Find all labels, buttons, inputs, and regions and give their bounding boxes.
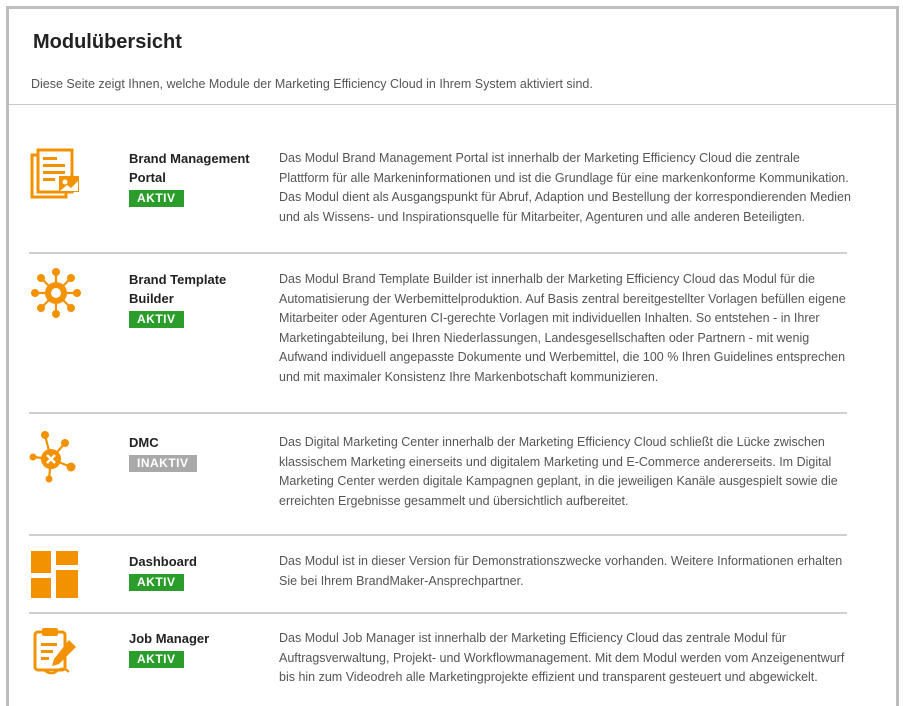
module-name: DMC: [129, 435, 159, 450]
clipboard-icon: [29, 626, 83, 680]
network-icon: [29, 266, 83, 320]
status-badge: AKTIV: [129, 190, 184, 207]
module-description: Das Modul Job Manager ist innerhalb der …: [279, 631, 845, 684]
dashboard-icon: [29, 549, 83, 603]
module-name-cell: DMC INAKTIV: [129, 433, 274, 472]
row-divider: [29, 412, 847, 414]
status-badge: AKTIV: [129, 311, 184, 328]
module-name-cell: Brand Management Portal AKTIV: [129, 149, 274, 207]
module-name-cell: Dashboard AKTIV: [129, 552, 274, 591]
module-description: Das Modul ist in dieser Version für Demo…: [279, 554, 843, 588]
status-badge: AKTIV: [129, 651, 184, 668]
row-divider: [29, 252, 847, 254]
document-icon: [29, 147, 83, 201]
module-description: Das Digital Marketing Center innerhalb d…: [279, 435, 838, 508]
status-badge: AKTIV: [129, 574, 184, 591]
module-description: Das Modul Brand Template Builder ist inn…: [279, 272, 846, 384]
module-name: Dashboard: [129, 554, 197, 569]
page-title: Modulübersicht: [33, 31, 182, 53]
module-name: Job Manager: [129, 631, 210, 646]
module-name: Brand Template Builder: [129, 272, 227, 306]
module-description: Das Modul Brand Management Portal ist in…: [279, 151, 851, 224]
page-intro: Diese Seite zeigt Ihnen, welche Module d…: [31, 77, 593, 91]
content-frame: Modulübersicht Diese Seite zeigt Ihnen, …: [6, 6, 899, 706]
module-name-cell: Brand Template Builder AKTIV: [129, 270, 274, 328]
module-name-cell: Job Manager AKTIV: [129, 629, 274, 668]
module-name: Brand Management Portal: [129, 151, 250, 185]
row-divider: [29, 534, 847, 536]
header-divider: [9, 104, 896, 105]
molecule-icon: [29, 429, 83, 483]
status-badge: INAKTIV: [129, 455, 197, 472]
row-divider: [29, 612, 847, 614]
